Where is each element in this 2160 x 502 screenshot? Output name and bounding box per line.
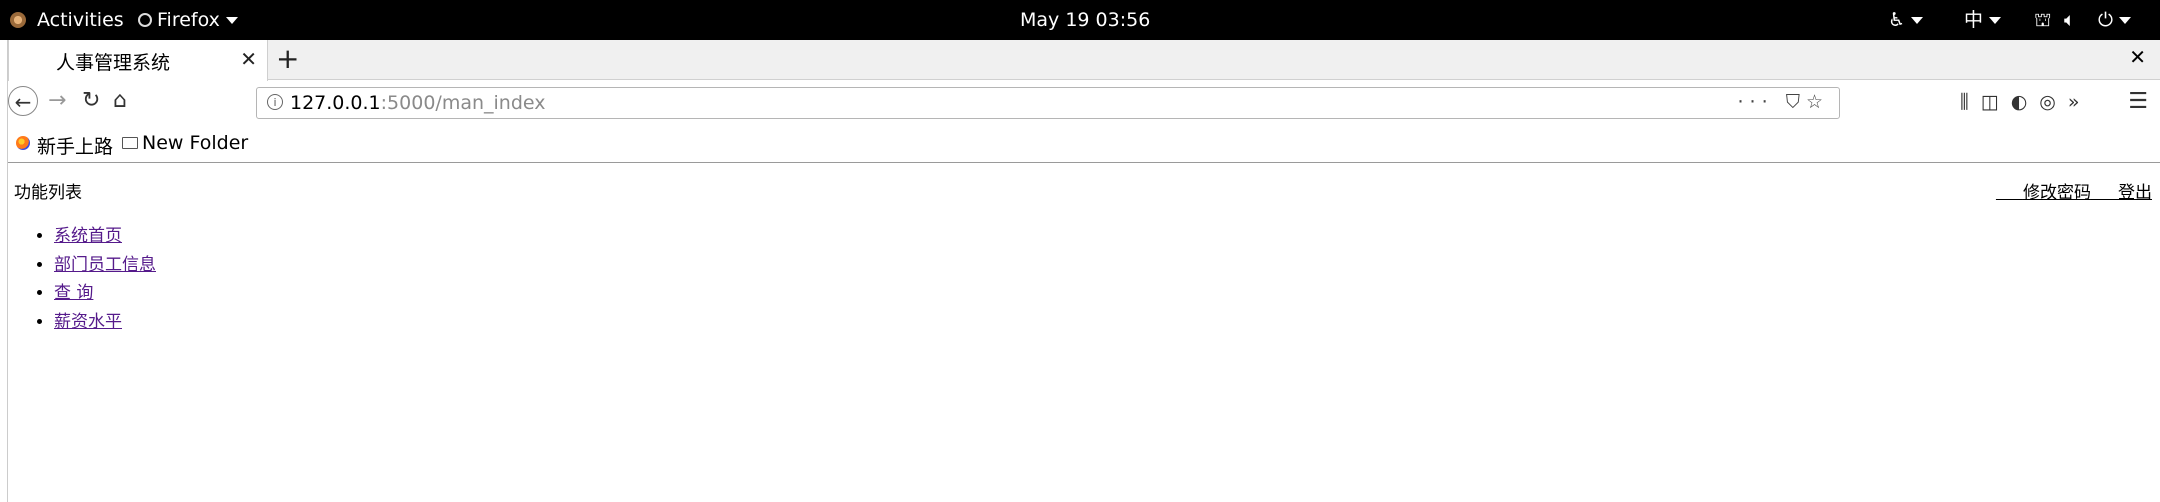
url-host: 127.0.0.1 bbox=[290, 92, 381, 114]
list-item: 薪资水平 bbox=[54, 307, 156, 336]
folder-icon bbox=[122, 137, 138, 149]
bookmark-star-icon[interactable]: ☆ bbox=[1806, 91, 1829, 113]
menu-link-query[interactable]: 查 询 bbox=[54, 283, 93, 303]
system-top-bar: Activities Firefox May 19 03:56 ♿ 中 ⛫ 🔈︎… bbox=[0, 0, 2160, 40]
url-path: :5000/man_index bbox=[380, 92, 546, 114]
tab-close-icon[interactable]: ✕ bbox=[240, 47, 257, 71]
accessibility-icon[interactable]: ♿ bbox=[1888, 0, 1924, 40]
logout-link[interactable]: 登出 bbox=[2091, 183, 2152, 203]
chevron-down-icon bbox=[1911, 17, 1924, 24]
reload-icon[interactable]: ↻ bbox=[82, 88, 100, 113]
activities-button[interactable]: Activities bbox=[37, 0, 124, 40]
navigation-toolbar: ← → ↻ ⌂ i 127.0.0.1:5000/man_index ··· ⛉… bbox=[0, 81, 2160, 125]
activities-logo-icon bbox=[10, 12, 26, 28]
toolbar-right: ⫼◫◐◎» bbox=[1960, 91, 2092, 113]
site-info-icon[interactable]: i bbox=[267, 94, 283, 110]
firefox-icon bbox=[138, 13, 152, 27]
app-menu-button[interactable]: Firefox bbox=[157, 0, 238, 40]
list-item: 查 询 bbox=[54, 278, 156, 307]
bookmark-getting-started[interactable]: 新手上路 bbox=[37, 132, 113, 159]
hamburger-menu-icon[interactable]: ☰ bbox=[2128, 89, 2148, 114]
browser-tab[interactable]: 人事管理系统 ✕ bbox=[8, 40, 268, 81]
input-method-label: 中 bbox=[1964, 9, 1984, 31]
bookmark-new-folder[interactable]: New Folder bbox=[142, 132, 248, 154]
app-name: Firefox bbox=[157, 9, 220, 31]
url-bar[interactable]: i 127.0.0.1:5000/man_index ··· ⛉☆ bbox=[256, 87, 1840, 119]
overflow-icon[interactable]: » bbox=[2068, 91, 2092, 113]
volume-icon[interactable]: 🔈︎ bbox=[2064, 0, 2075, 40]
change-password-link[interactable]: 修改密码 bbox=[1996, 183, 2091, 203]
function-list-title: 功能列表 bbox=[14, 183, 82, 203]
new-tab-icon[interactable]: + bbox=[276, 42, 299, 75]
extension-icon[interactable]: ◐ bbox=[2011, 91, 2040, 113]
clock[interactable]: May 19 03:56 bbox=[1020, 0, 1150, 40]
forward-icon[interactable]: → bbox=[48, 88, 66, 113]
network-icon[interactable]: ⛫ bbox=[2034, 0, 2051, 40]
tab-strip bbox=[0, 40, 2160, 80]
sidebar-icon[interactable]: ◫ bbox=[1981, 91, 2011, 113]
home-icon[interactable]: ⌂ bbox=[113, 88, 127, 113]
firefox-bookmark-icon bbox=[16, 136, 30, 150]
chevron-down-icon bbox=[1989, 17, 2002, 24]
url-text[interactable]: 127.0.0.1:5000/man_index bbox=[290, 92, 546, 114]
bookmarks-toolbar: 新手上路 New Folder bbox=[0, 125, 2160, 163]
tab-title: 人事管理系统 bbox=[56, 52, 171, 74]
page-content: 功能列表 修改密码 登出 系统首页 部门员工信息 查 询 薪资水平 bbox=[0, 163, 2160, 502]
url-actions: ··· ⛉☆ bbox=[1738, 91, 1829, 113]
window-close-icon[interactable]: ✕ bbox=[2129, 45, 2146, 69]
power-icon[interactable]: ⏻ bbox=[2098, 0, 2132, 40]
back-icon[interactable]: ← bbox=[8, 86, 38, 116]
sync-icon[interactable]: ◎ bbox=[2039, 91, 2068, 113]
function-menu: 系统首页 部门员工信息 查 询 薪资水平 bbox=[0, 221, 156, 335]
user-links: 修改密码 登出 bbox=[1996, 178, 2152, 203]
menu-link-salary[interactable]: 薪资水平 bbox=[54, 312, 122, 332]
window-left-edge bbox=[0, 40, 8, 502]
menu-link-department-staff[interactable]: 部门员工信息 bbox=[54, 255, 156, 275]
chevron-down-icon bbox=[2119, 17, 2132, 24]
page-actions-icon[interactable]: ··· bbox=[1738, 91, 1774, 113]
list-item: 系统首页 bbox=[54, 221, 156, 250]
chevron-down-icon bbox=[225, 17, 238, 24]
library-icon[interactable]: ⫼ bbox=[1960, 91, 1981, 113]
input-method-button[interactable]: 中 bbox=[1964, 0, 2002, 40]
change-password-label: 修改密码 bbox=[2022, 183, 2091, 203]
menu-link-home[interactable]: 系统首页 bbox=[54, 226, 122, 246]
list-item: 部门员工信息 bbox=[54, 250, 156, 279]
logout-label: 登出 bbox=[2118, 183, 2152, 203]
pocket-icon[interactable]: ⛉ bbox=[1786, 91, 1806, 113]
